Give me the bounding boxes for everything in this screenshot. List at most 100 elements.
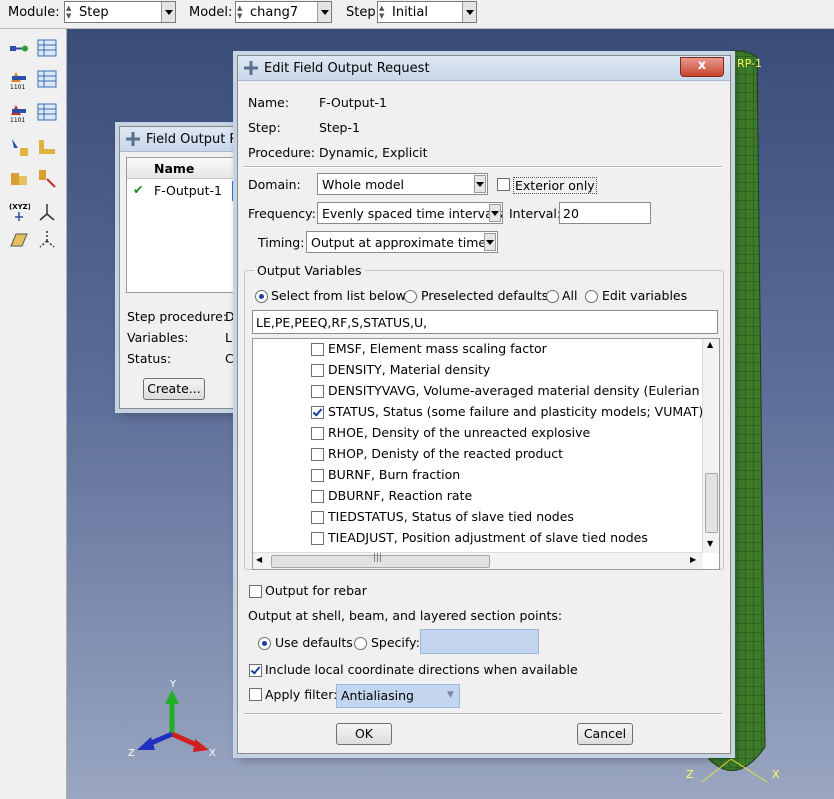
chevron-down-icon[interactable] [161,2,175,22]
radio-select-from-list[interactable] [255,290,268,303]
variable-list-item[interactable]: BURNF, Burn fraction [253,465,703,486]
scroll-down-icon[interactable]: ▼ [707,539,713,548]
variable-checkbox[interactable] [311,427,324,440]
abaqus-icon [126,132,140,146]
variable-checkbox[interactable] [311,448,324,461]
step-combo[interactable]: ▲ ▼ Initial [377,1,477,23]
variable-label: BURNF, Burn fraction [328,467,461,482]
adaptive-mesh-icon[interactable] [8,136,30,158]
radio-edit-variables-label[interactable]: Edit variables [602,288,687,303]
specify-input[interactable] [420,629,539,654]
vertical-scroll-thumb[interactable] [705,473,718,533]
chevron-down-icon[interactable] [484,233,496,251]
variables-list[interactable]: EMSF, Element mass scaling factor DENSITY… [252,338,720,570]
radio-edit-variables[interactable] [585,290,598,303]
chevron-down-icon[interactable] [462,2,476,22]
radio-preselected-defaults-label[interactable]: Preselected defaults [421,288,548,303]
scroll-left-icon[interactable]: ◀ [256,555,262,564]
variable-checkbox[interactable] [311,490,324,503]
radio-all-label[interactable]: All [562,288,578,303]
radio-preselected-defaults[interactable] [404,290,417,303]
create-history-output-icon[interactable]: 1101 [8,101,30,123]
ok-button[interactable]: OK [336,723,392,745]
timing-value: Output at approximate times [311,235,493,250]
create-field-output-icon[interactable]: 1101 [8,68,30,90]
variable-list-item[interactable]: DENSITYVAVG, Volume-averaged material de… [253,381,719,402]
apply-filter-label[interactable]: Apply filter: [265,687,337,702]
variables-label: Variables: [127,330,189,345]
controls-icon[interactable] [8,167,30,189]
chevron-down-icon[interactable] [474,175,486,193]
output-rebar-label[interactable]: Output for rebar [265,583,367,598]
chevron-down-icon[interactable] [317,2,331,22]
close-button[interactable]: x [680,57,724,77]
exterior-only-checkbox[interactable] [497,178,510,191]
step-manager-icon[interactable] [36,37,58,59]
variable-checkbox[interactable] [311,385,324,398]
model-combo[interactable]: ▲ ▼ chang7 [235,1,332,23]
create-button[interactable]: Create... [143,378,205,400]
variable-checkbox[interactable] [311,511,324,524]
svg-text:(XYZ): (XYZ) [9,203,30,211]
corner-x-label: X [772,768,780,781]
variable-list-item[interactable]: EMSF, Element mass scaling factor [253,339,703,360]
datum-point-icon[interactable] [36,228,58,250]
frequency-select[interactable]: Evenly spaced time intervals [317,202,503,224]
divider [244,713,722,715]
dialog-title: Edit Field Output Request [264,61,430,76]
variable-list-item[interactable]: TIEDSTATUS, Status of slave tied nodes [253,507,703,528]
filter-select[interactable]: Antialiasing ▼ [336,684,460,708]
name-label: Name: [248,95,290,110]
include-local-label[interactable]: Include local coordinate directions when… [265,662,578,677]
variable-list-item[interactable]: DENSITY, Material density [253,360,703,381]
radio-all[interactable] [546,290,559,303]
history-output-manager-icon[interactable] [36,101,58,123]
svg-text:1101: 1101 [10,84,25,90]
variable-list-item[interactable]: RHOE, Density of the unreacted explosive [253,423,703,444]
domain-select[interactable]: Whole model [317,173,488,195]
datum-axis-icon[interactable] [36,201,58,223]
variable-checkbox[interactable] [311,406,324,419]
triad-y-label: Y [170,679,177,690]
scroll-up-icon[interactable]: ▲ [707,340,713,349]
frequency-label: Frequency: [248,206,316,221]
variables-text-input[interactable]: LE,PE,PEEQ,RF,S,STATUS,U, [252,310,718,334]
datum-plane-icon[interactable] [8,228,30,250]
cancel-button[interactable]: Cancel [577,723,633,745]
horizontal-scrollbar[interactable]: ◀ ||| ▶ [253,552,703,569]
radio-use-defaults[interactable] [258,637,271,650]
radio-select-from-list-label[interactable]: Select from list below [271,288,406,303]
variable-list-item[interactable]: RHOP, Denisty of the reacted product [253,444,703,465]
variable-list-item[interactable]: DBURNF, Reaction rate [253,486,703,507]
variable-checkbox[interactable] [311,532,324,545]
specify-label[interactable]: Specify: [371,635,420,650]
output-rebar-checkbox[interactable] [249,585,262,598]
apply-filter-checkbox[interactable] [249,688,262,701]
variable-label: EMSF, Element mass scaling factor [328,341,547,356]
vertical-scrollbar[interactable]: ▲ ▼ [702,339,719,553]
create-step-icon[interactable] [8,37,30,59]
timing-select[interactable]: Output at approximate times [306,231,498,253]
csys-icon[interactable]: (XYZ) [8,201,30,223]
use-defaults-label[interactable]: Use defaults [275,635,353,650]
adaptive-constraint-icon[interactable] [36,136,58,158]
variable-list-item[interactable]: TIEADJUST, Position adjustment of slave … [253,528,703,549]
variable-checkbox[interactable] [311,343,324,356]
chevron-down-icon[interactable]: ▼ [447,690,454,700]
module-combo[interactable]: ▲ ▼ Step [64,1,176,23]
include-local-checkbox[interactable] [249,664,262,677]
exterior-only-label[interactable]: Exterior only [513,177,597,194]
module-toolbar: Module: ▲ ▼ Step Model: ▲ ▼ chang7 Step: ▲… [0,0,834,29]
radio-specify[interactable] [354,637,367,650]
col-name-header[interactable]: Name [154,161,194,176]
interval-input[interactable]: 20 [559,202,651,224]
chevron-down-icon[interactable] [489,204,501,222]
field-output-manager-icon[interactable] [36,68,58,90]
dialog-titlebar[interactable]: Edit Field Output Request x [238,56,730,81]
interval-label: Interval: [509,206,562,221]
variable-list-item[interactable]: STATUS, Status (some failure and plastic… [253,402,703,423]
variable-checkbox[interactable] [311,364,324,377]
variable-checkbox[interactable] [311,469,324,482]
solver-controls-icon[interactable] [36,167,58,189]
scroll-right-icon[interactable]: ▶ [690,555,696,564]
